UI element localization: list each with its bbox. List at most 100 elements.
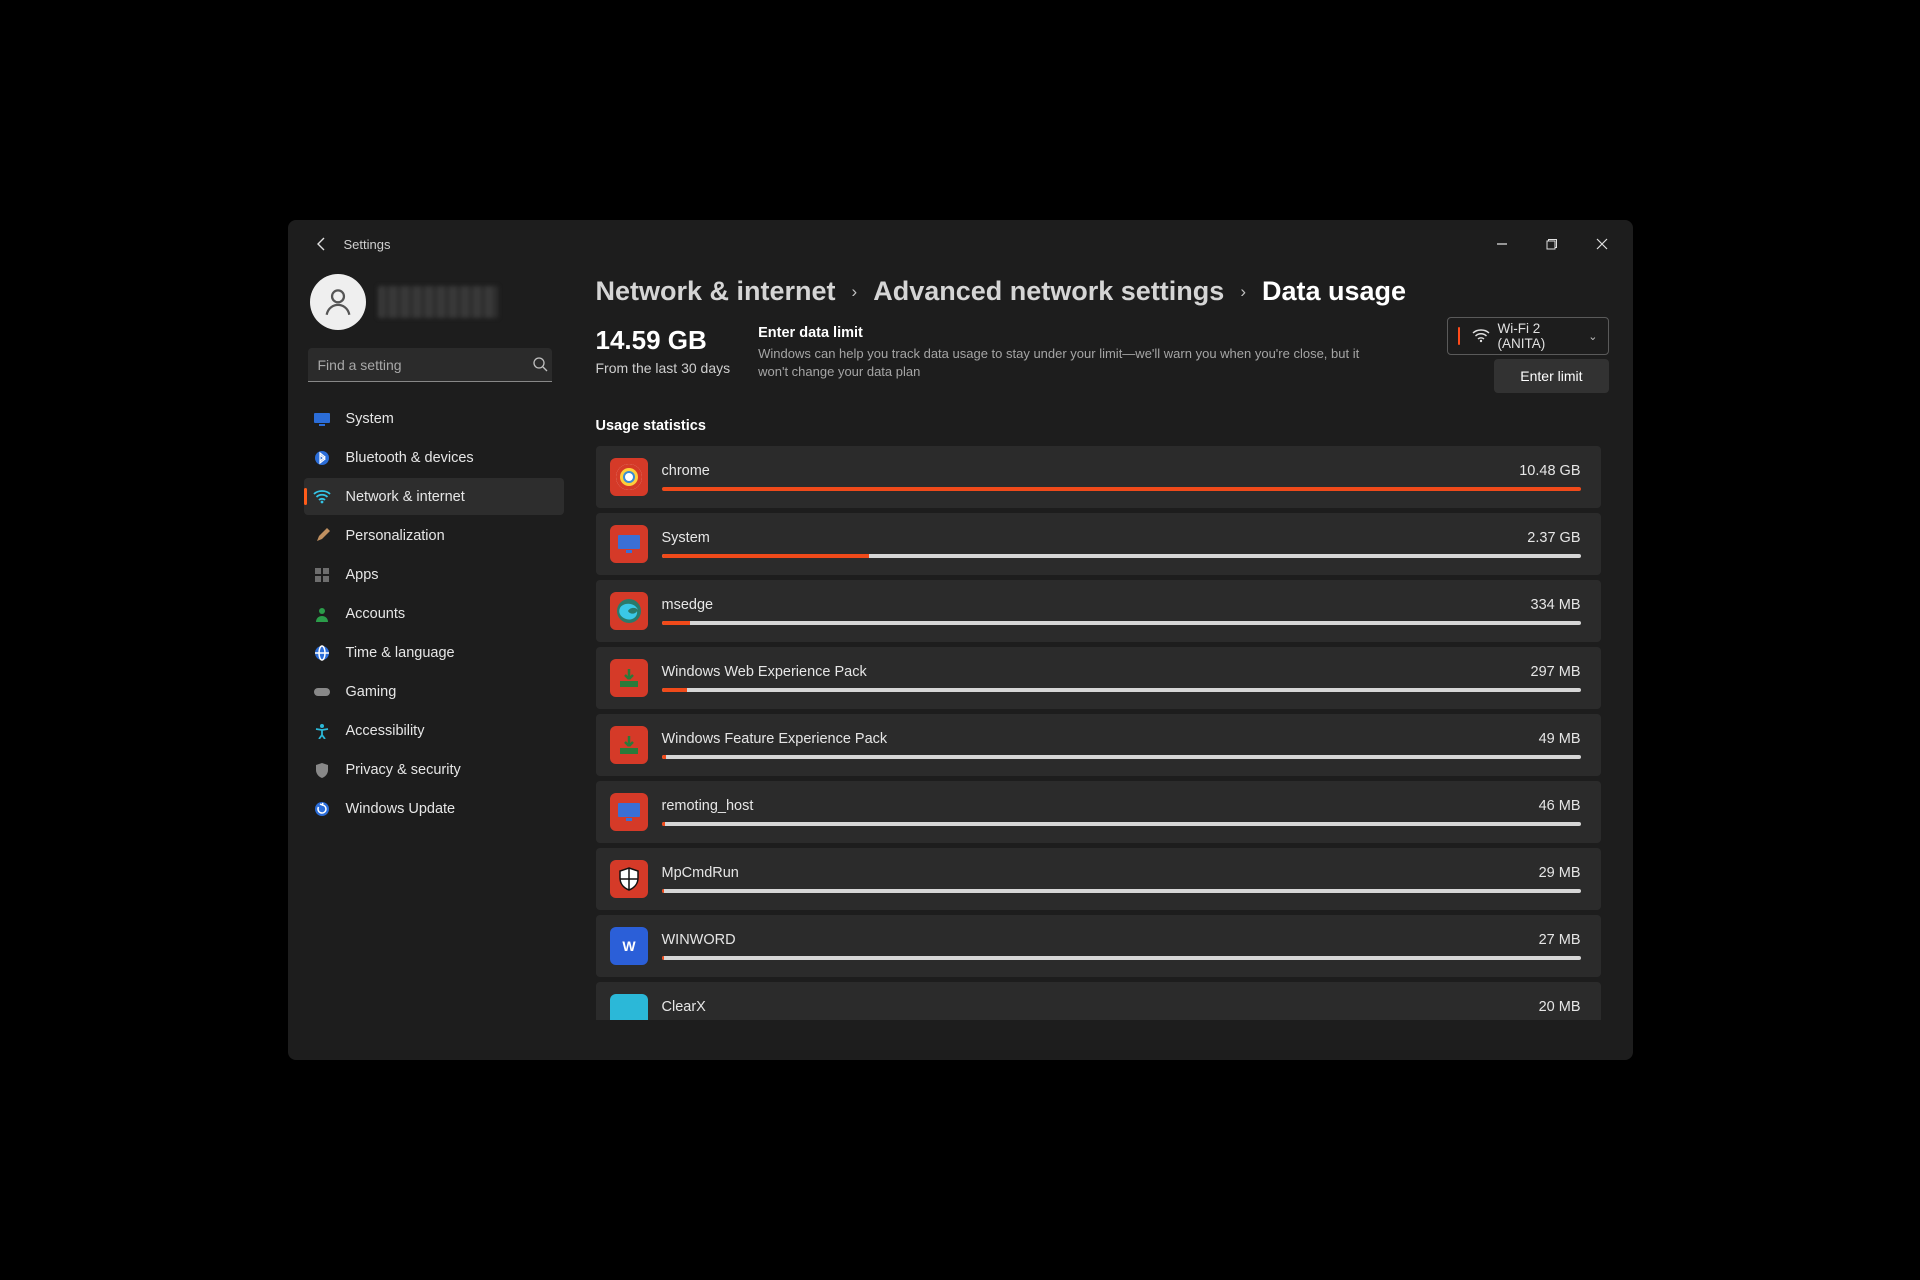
app-name: WINWORD bbox=[662, 932, 736, 948]
breadcrumb: Network & internet › Advanced network se… bbox=[596, 276, 1609, 307]
app-row[interactable]: ClearX 20 MB bbox=[596, 982, 1601, 1020]
app-row[interactable]: Windows Feature Experience Pack 49 MB bbox=[596, 714, 1601, 776]
app-name: MpCmdRun bbox=[662, 865, 739, 881]
nav-item-bluetooth-devices[interactable]: Bluetooth & devices bbox=[304, 439, 564, 476]
person-icon bbox=[312, 604, 332, 624]
maximize-button[interactable] bbox=[1529, 228, 1575, 260]
settings-window: Settings System Bluetooth & devices bbox=[288, 220, 1633, 1060]
app-size: 10.48 GB bbox=[1519, 463, 1580, 479]
app-name: ClearX bbox=[662, 999, 706, 1015]
person-icon bbox=[321, 285, 355, 319]
usage-bar-fill bbox=[662, 554, 870, 558]
app-size: 297 MB bbox=[1531, 664, 1581, 680]
breadcrumb-l1[interactable]: Network & internet bbox=[596, 276, 836, 307]
chevron-right-icon: › bbox=[1240, 282, 1246, 302]
app-size: 46 MB bbox=[1539, 798, 1581, 814]
nav-item-personalization[interactable]: Personalization bbox=[304, 517, 564, 554]
app-row[interactable]: chrome 10.48 GB bbox=[596, 446, 1601, 508]
nav-item-accessibility[interactable]: Accessibility bbox=[304, 712, 564, 749]
summary-row: 14.59 GB From the last 30 days Enter dat… bbox=[596, 325, 1609, 380]
usage-bar bbox=[662, 688, 1581, 692]
download-icon bbox=[610, 726, 648, 764]
app-name: chrome bbox=[662, 463, 710, 479]
app-name: msedge bbox=[662, 597, 714, 613]
shield-icon bbox=[610, 860, 648, 898]
nav-item-label: Accessibility bbox=[346, 723, 425, 739]
generic-icon bbox=[610, 994, 648, 1020]
nav-item-gaming[interactable]: Gaming bbox=[304, 673, 564, 710]
nav-item-time-language[interactable]: Time & language bbox=[304, 634, 564, 671]
app-row[interactable]: MpCmdRun 29 MB bbox=[596, 848, 1601, 910]
svg-text:W: W bbox=[622, 938, 636, 954]
usage-bar bbox=[662, 621, 1581, 625]
monitor-icon bbox=[312, 409, 332, 429]
nav-item-accounts[interactable]: Accounts bbox=[304, 595, 564, 632]
app-row[interactable]: remoting_host 46 MB bbox=[596, 781, 1601, 843]
sidebar: System Bluetooth & devices Network & int… bbox=[288, 268, 578, 1060]
bluetooth-icon bbox=[312, 448, 332, 468]
back-button[interactable] bbox=[306, 228, 338, 260]
nav-item-label: Time & language bbox=[346, 645, 455, 661]
accessibility-icon bbox=[312, 721, 332, 741]
profile-block[interactable] bbox=[304, 274, 564, 330]
app-row[interactable]: Windows Web Experience Pack 297 MB bbox=[596, 647, 1601, 709]
system-icon bbox=[610, 793, 648, 831]
search-icon bbox=[532, 356, 548, 377]
nav-item-windows-update[interactable]: Windows Update bbox=[304, 790, 564, 827]
breadcrumb-current: Data usage bbox=[1262, 276, 1406, 307]
usage-bar-fill bbox=[662, 822, 666, 826]
chevron-down-icon: ⌄ bbox=[1588, 330, 1597, 343]
usage-bar-fill bbox=[662, 956, 665, 960]
app-name: System bbox=[662, 530, 710, 546]
apps-icon bbox=[312, 565, 332, 585]
app-size: 334 MB bbox=[1531, 597, 1581, 613]
search-input[interactable] bbox=[308, 348, 552, 382]
nav-item-network-internet[interactable]: Network & internet bbox=[304, 478, 564, 515]
network-dropdown[interactable]: Wi-Fi 2 (ANITA) ⌄ bbox=[1447, 317, 1609, 355]
breadcrumb-l2[interactable]: Advanced network settings bbox=[873, 276, 1224, 307]
gamepad-icon bbox=[312, 682, 332, 702]
app-name: Windows Web Experience Pack bbox=[662, 664, 867, 680]
app-row[interactable]: System 2.37 GB bbox=[596, 513, 1601, 575]
nav-list: System Bluetooth & devices Network & int… bbox=[304, 400, 564, 827]
nav-item-privacy-security[interactable]: Privacy & security bbox=[304, 751, 564, 788]
app-name: Windows Feature Experience Pack bbox=[662, 731, 888, 747]
app-row[interactable]: W WINWORD 27 MB bbox=[596, 915, 1601, 977]
nav-item-label: Accounts bbox=[346, 606, 406, 622]
usage-bar bbox=[662, 822, 1581, 826]
shield-icon bbox=[312, 760, 332, 780]
total-usage: 14.59 GB bbox=[596, 325, 731, 356]
nav-item-label: System bbox=[346, 411, 394, 427]
usage-bar bbox=[662, 889, 1581, 893]
usage-bar bbox=[662, 487, 1581, 491]
close-button[interactable] bbox=[1579, 228, 1625, 260]
app-size: 49 MB bbox=[1539, 731, 1581, 747]
minimize-button[interactable] bbox=[1479, 228, 1525, 260]
update-icon bbox=[312, 799, 332, 819]
globe-icon bbox=[312, 643, 332, 663]
usage-bar-fill bbox=[662, 889, 665, 893]
usage-period: From the last 30 days bbox=[596, 360, 731, 376]
nav-item-label: Bluetooth & devices bbox=[346, 450, 474, 466]
app-size: 20 MB bbox=[1539, 999, 1581, 1015]
usage-bar bbox=[662, 755, 1581, 759]
brush-icon bbox=[312, 526, 332, 546]
nav-item-system[interactable]: System bbox=[304, 400, 564, 437]
limit-description: Windows can help you track data usage to… bbox=[758, 345, 1368, 380]
avatar bbox=[310, 274, 366, 330]
enter-limit-button[interactable]: Enter limit bbox=[1494, 359, 1608, 393]
titlebar: Settings bbox=[288, 220, 1633, 268]
main-panel: Network & internet › Advanced network se… bbox=[578, 268, 1633, 1060]
app-list[interactable]: chrome 10.48 GB System 2.37 GB msedge 33… bbox=[596, 446, 1609, 1020]
chevron-right-icon: › bbox=[852, 282, 858, 302]
wifi-icon bbox=[1472, 327, 1490, 345]
word-icon: W bbox=[610, 927, 648, 965]
nav-item-apps[interactable]: Apps bbox=[304, 556, 564, 593]
download-icon bbox=[610, 659, 648, 697]
app-row[interactable]: msedge 334 MB bbox=[596, 580, 1601, 642]
user-name-redacted bbox=[378, 286, 498, 318]
section-title: Usage statistics bbox=[596, 418, 1609, 434]
edge-icon bbox=[610, 592, 648, 630]
app-size: 27 MB bbox=[1539, 932, 1581, 948]
system-icon bbox=[610, 525, 648, 563]
